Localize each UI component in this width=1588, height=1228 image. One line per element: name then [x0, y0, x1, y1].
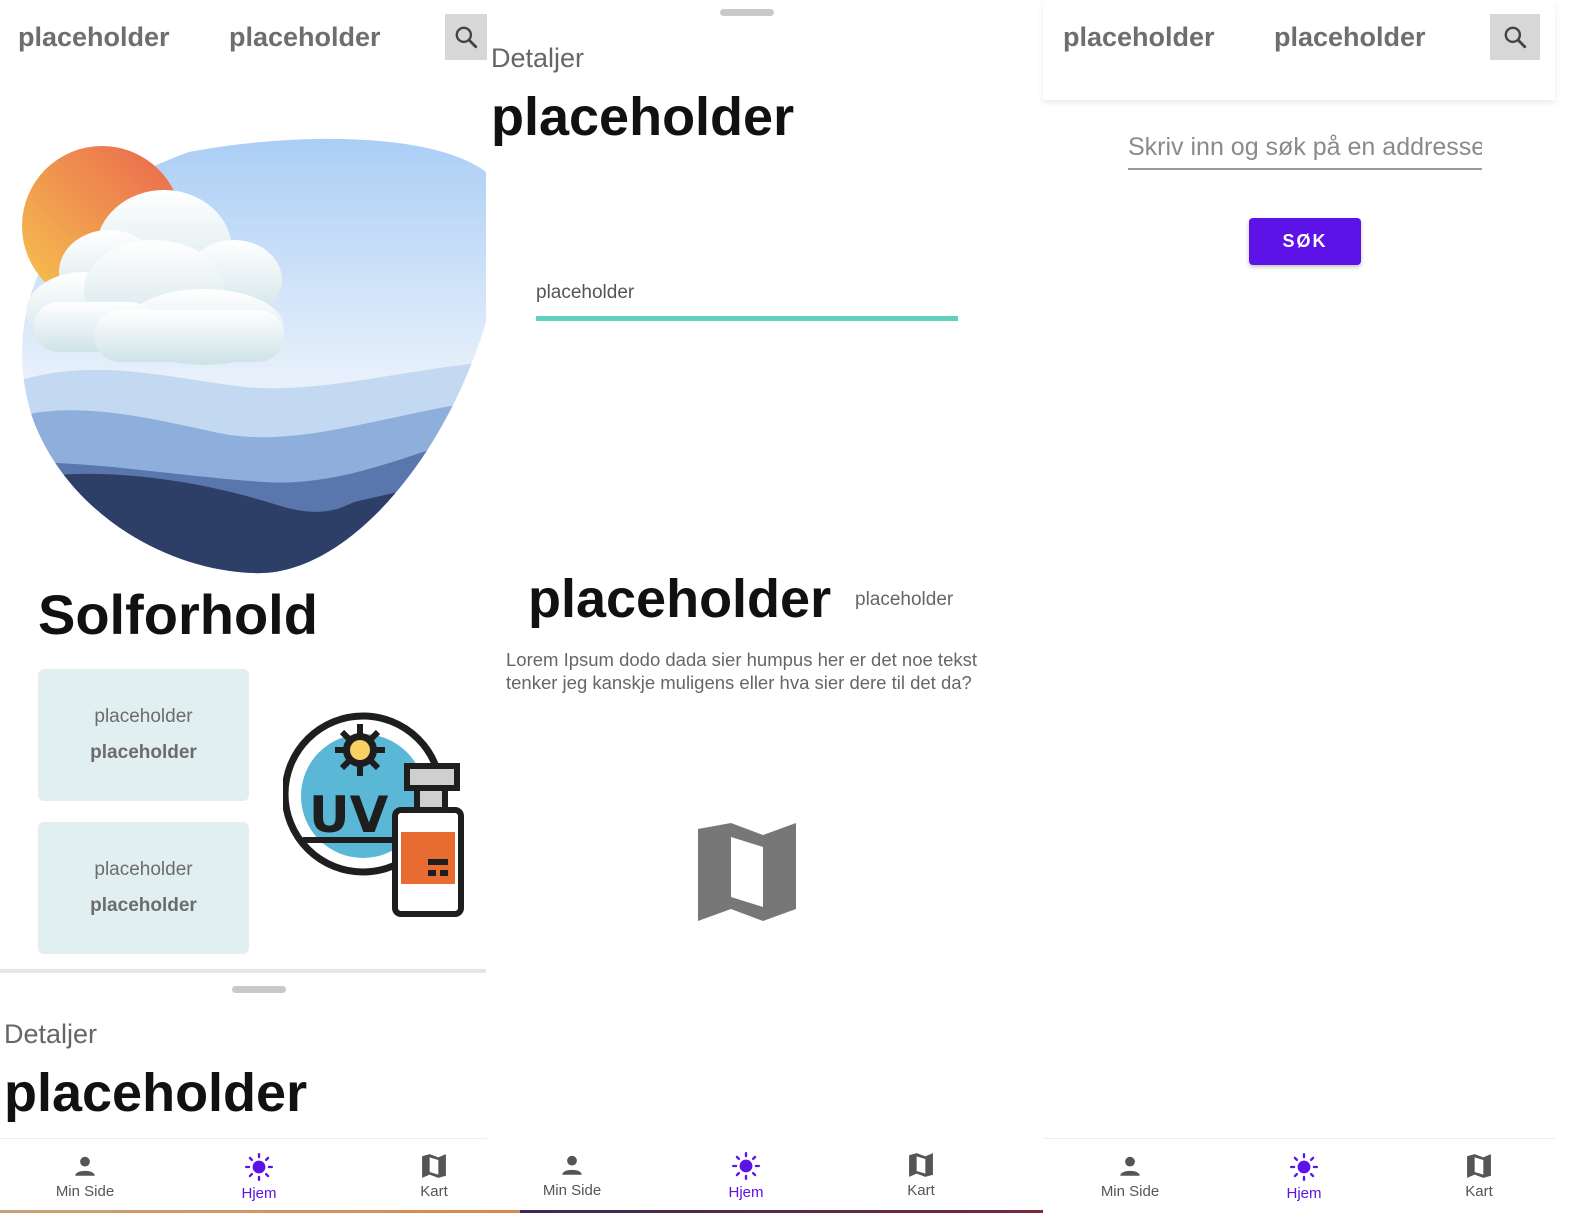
nav-label: Hjem [1286, 1185, 1322, 1202]
sun-icon [245, 1153, 273, 1181]
nav-item-kart[interactable]: Kart [1429, 1139, 1529, 1213]
nav-item-min-side[interactable]: Min Side [35, 1139, 135, 1213]
person-icon [562, 1155, 582, 1175]
nav-item-hjem[interactable]: Hjem [209, 1139, 309, 1213]
topbar-tab-2[interactable]: placeholder [1274, 22, 1426, 53]
nav-label: Kart [907, 1182, 935, 1199]
nav-label: Min Side [55, 1183, 115, 1200]
search-button[interactable] [1490, 14, 1540, 60]
description-text: Lorem Ipsum dodo dada sier humpus her er… [506, 649, 977, 693]
topbar-tab-2[interactable]: placeholder [229, 22, 381, 53]
search-icon [455, 26, 478, 49]
nav-label: Kart [1465, 1183, 1493, 1200]
nav-item-hjem[interactable]: Hjem [696, 1138, 796, 1212]
card-label: placeholder [94, 859, 193, 880]
search-submit-button[interactable]: SØK [1249, 218, 1361, 265]
sheet-drag-handle[interactable] [720, 9, 774, 16]
section-title: placeholder [528, 569, 832, 629]
text-field[interactable]: placeholder [536, 282, 634, 304]
uv-sunscreen-icon: UV [283, 712, 464, 917]
nav-item-kart[interactable]: Kart [384, 1139, 484, 1213]
sheet-divider [0, 969, 486, 973]
nav-label: Min Side [542, 1182, 602, 1199]
details-label: Detaljer [4, 1019, 98, 1049]
weather-illustration [22, 138, 486, 574]
nav-item-min-side[interactable]: Min Side [1080, 1139, 1180, 1213]
nav-item-min-side[interactable]: Min Side [522, 1138, 622, 1212]
sun-icon [732, 1152, 760, 1180]
sun-icon [1290, 1153, 1318, 1181]
search-icon [1504, 26, 1527, 49]
page-title: Solforhold [38, 583, 318, 646]
details-title: placeholder [491, 87, 795, 147]
bottom-nav: Min Side Hjem Kart [1043, 1138, 1555, 1213]
map-icon [698, 823, 796, 921]
search-button[interactable] [445, 14, 487, 60]
card-value: placeholder [90, 742, 197, 763]
text-field-underline [536, 316, 958, 321]
person-icon [1120, 1156, 1140, 1176]
info-card-2[interactable]: placeholder placeholder [38, 822, 249, 954]
bottom-strip [520, 1210, 1043, 1213]
info-card-1[interactable]: placeholder placeholder [38, 669, 249, 801]
map-icon [1467, 1154, 1491, 1178]
person-icon [75, 1156, 95, 1176]
topbar-tab-1[interactable]: placeholder [18, 22, 170, 53]
details-title: placeholder [4, 1063, 308, 1123]
card-value: placeholder [90, 895, 197, 916]
sheet-drag-handle[interactable] [232, 986, 286, 993]
nav-label: Hjem [728, 1184, 764, 1201]
details-label: Detaljer [491, 43, 585, 73]
nav-label: Kart [420, 1183, 448, 1200]
svg-text:UV: UV [309, 786, 389, 844]
map-icon [909, 1153, 933, 1177]
nav-item-hjem[interactable]: Hjem [1254, 1139, 1354, 1213]
nav-item-kart[interactable]: Kart [871, 1138, 971, 1212]
bottom-nav: Min Side Hjem Kart [487, 1138, 1008, 1212]
bottom-nav: Min Side Hjem Kart [0, 1138, 520, 1213]
section-subtitle: placeholder [855, 589, 954, 610]
nav-label: Hjem [241, 1185, 277, 1202]
map-icon [422, 1154, 446, 1178]
nav-label: Min Side [1100, 1183, 1160, 1200]
address-search-input[interactable] [1128, 133, 1482, 170]
bottom-strip [0, 1210, 520, 1213]
topbar-tab-1[interactable]: placeholder [1063, 22, 1215, 53]
card-label: placeholder [94, 706, 193, 727]
